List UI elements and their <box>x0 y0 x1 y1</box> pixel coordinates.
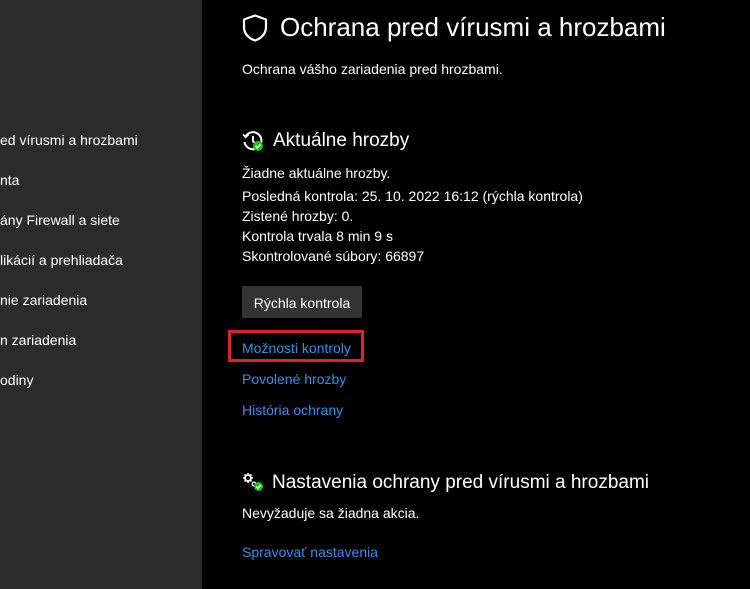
sidebar: ed vírusmi a hrozbami nta ány Firewall a… <box>0 0 202 589</box>
sidebar-item-device-security[interactable]: nie zariadenia <box>0 288 87 312</box>
sidebar-item-device-performance[interactable]: n zariadenia <box>0 328 76 352</box>
sidebar-item-app-browser-control[interactable]: likácií a prehliadača <box>0 248 123 272</box>
settings-status-text: Nevyžaduje sa žiadna akcia. <box>242 505 420 521</box>
files-scanned-text: Skontrolované súbory: 66897 <box>242 248 425 264</box>
gears-check-icon <box>243 473 263 491</box>
quick-scan-button[interactable]: Rýchla kontrola <box>242 286 362 318</box>
window: ed vírusmi a hrozbami nta ány Firewall a… <box>0 0 750 589</box>
page-title: Ochrana pred vírusmi a hrozbami <box>280 12 666 42</box>
sidebar-item-virus-threat-protection[interactable]: ed vírusmi a hrozbami <box>0 128 138 152</box>
scan-duration-text: Kontrola trvala 8 min 9 s <box>242 228 393 244</box>
main-content: Ochrana pred vírusmi a hrozbami Ochrana … <box>202 0 750 589</box>
allowed-threats-link[interactable]: Povolené hrozby <box>242 371 346 387</box>
page-subtitle: Ochrana vášho zariadenia pred hrozbami. <box>242 61 503 77</box>
scan-options-link[interactable]: Možnosti kontroly <box>242 340 351 356</box>
history-check-icon <box>242 131 263 151</box>
manage-settings-link[interactable]: Spravovať nastavenia <box>242 544 378 560</box>
shield-icon <box>242 14 268 42</box>
sidebar-item-firewall[interactable]: ány Firewall a siete <box>0 208 120 232</box>
protection-history-link[interactable]: História ochrany <box>242 402 343 418</box>
settings-section-title: Nastavenia ochrany pred vírusmi a hrozba… <box>272 472 650 493</box>
threats-found-text: Zistené hrozby: 0. <box>242 208 354 224</box>
threat-status-text: Žiadne aktuálne hrozby. <box>242 165 391 181</box>
sidebar-item-family-options[interactable]: odiny <box>0 368 33 392</box>
last-scan-text: Posledná kontrola: 25. 10. 2022 16:12 (r… <box>242 188 583 204</box>
current-threats-title: Aktuálne hrozby <box>273 130 410 151</box>
sidebar-item-account-protection[interactable]: nta <box>0 168 19 192</box>
